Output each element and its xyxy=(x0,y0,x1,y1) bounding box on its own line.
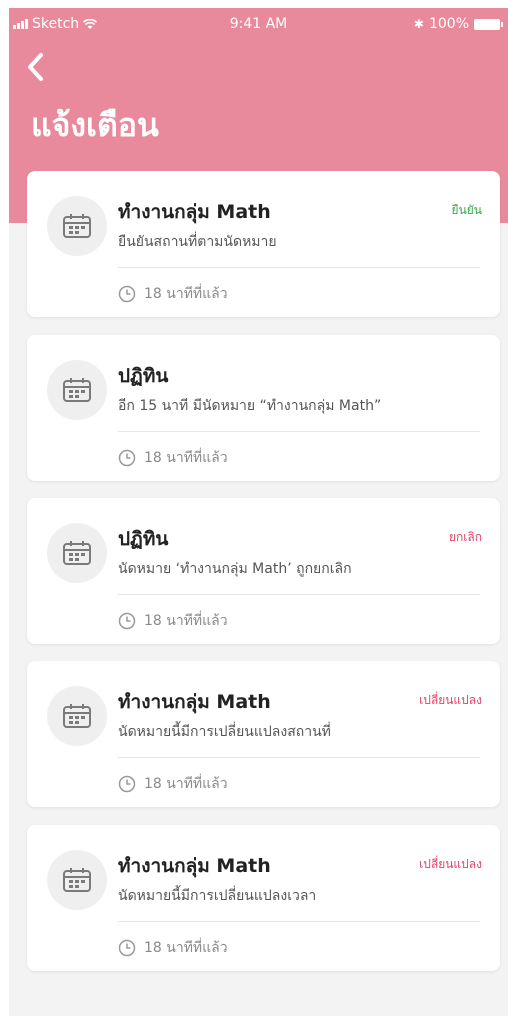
calendar-icon xyxy=(47,360,107,420)
page-title: แจ้งเตือน xyxy=(31,106,159,144)
notification-status: เปลี่ยนแปลง xyxy=(419,857,482,871)
notification-status: เปลี่ยนแปลง xyxy=(419,693,482,707)
notification-description: อีก 15 นาที มีนัดหมาย “ทำงานกลุ่ม Math” xyxy=(118,398,382,414)
clock-icon xyxy=(118,939,136,957)
divider xyxy=(118,594,480,595)
clock-icon xyxy=(118,285,136,303)
notification-card[interactable]: ปฏิทิน อีก 15 นาที มีนัดหมาย “ทำงานกลุ่ม… xyxy=(27,335,500,481)
notification-card[interactable]: ทำงานกลุ่ม Math ยืนยันสถานที่ตามนัดหมาย … xyxy=(27,171,500,317)
notification-title: ทำงานกลุ่ม Math xyxy=(118,691,271,713)
app-screen: Sketch 9:41 AM ✱ 100% แจ้งเตือน ทำงานกลุ… xyxy=(9,8,508,1016)
notification-time: 18 นาทีที่แล้ว xyxy=(118,610,228,632)
notification-title: ปฏิทิน xyxy=(118,528,169,550)
chevron-left-icon xyxy=(28,53,43,81)
status-right: ✱ 100% xyxy=(413,16,503,32)
time-label: 18 นาทีที่แล้ว xyxy=(144,940,228,956)
notification-description: นัดหมายนี้มีการเปลี่ยนแปลงเวลา xyxy=(118,888,317,904)
divider xyxy=(118,431,480,432)
notification-description: ยืนยันสถานที่ตามนัดหมาย xyxy=(118,234,277,250)
notification-time: 18 นาทีที่แล้ว xyxy=(118,773,228,795)
notification-card[interactable]: ทำงานกลุ่ม Math นัดหมายนี้มีการเปลี่ยนแป… xyxy=(27,661,500,807)
divider xyxy=(118,267,480,268)
time-label: 18 นาทีที่แล้ว xyxy=(144,776,228,792)
time-label: 18 นาทีที่แล้ว xyxy=(144,450,228,466)
calendar-icon xyxy=(47,523,107,583)
status-bar: Sketch 9:41 AM ✱ 100% xyxy=(9,8,508,40)
clock-icon xyxy=(118,449,136,467)
notification-title: ทำงานกลุ่ม Math xyxy=(118,201,271,223)
notification-time: 18 นาทีที่แล้ว xyxy=(118,937,228,959)
notification-time: 18 นาทีที่แล้ว xyxy=(118,447,228,469)
calendar-icon xyxy=(47,850,107,910)
calendar-icon xyxy=(47,686,107,746)
notification-card[interactable]: ทำงานกลุ่ม Math นัดหมายนี้มีการเปลี่ยนแป… xyxy=(27,825,500,971)
clock-icon xyxy=(118,612,136,630)
bluetooth-icon: ✱ xyxy=(413,17,424,31)
calendar-icon xyxy=(47,196,107,256)
notification-title: ทำงานกลุ่ม Math xyxy=(118,855,271,877)
time-label: 18 นาทีที่แล้ว xyxy=(144,613,228,629)
notification-status: ยืนยัน xyxy=(451,203,482,217)
clock-icon xyxy=(118,775,136,793)
divider xyxy=(118,921,480,922)
notification-status: ยกเลิก xyxy=(448,530,482,544)
notification-description: นัดหมาย ‘ทำงานกลุ่ม Math’ ถูกยกเลิก xyxy=(118,561,352,577)
divider xyxy=(118,757,480,758)
notification-time: 18 นาทีที่แล้ว xyxy=(118,283,228,305)
battery-icon xyxy=(474,18,503,30)
battery-percent: 100% xyxy=(428,16,469,32)
notification-title: ปฏิทิน xyxy=(118,365,169,387)
notification-card[interactable]: ปฏิทิน นัดหมาย ‘ทำงานกลุ่ม Math’ ถูกยกเล… xyxy=(27,498,500,644)
time-label: 18 นาทีที่แล้ว xyxy=(144,286,228,302)
back-button[interactable] xyxy=(27,52,57,88)
notification-description: นัดหมายนี้มีการเปลี่ยนแปลงสถานที่ xyxy=(118,724,331,740)
